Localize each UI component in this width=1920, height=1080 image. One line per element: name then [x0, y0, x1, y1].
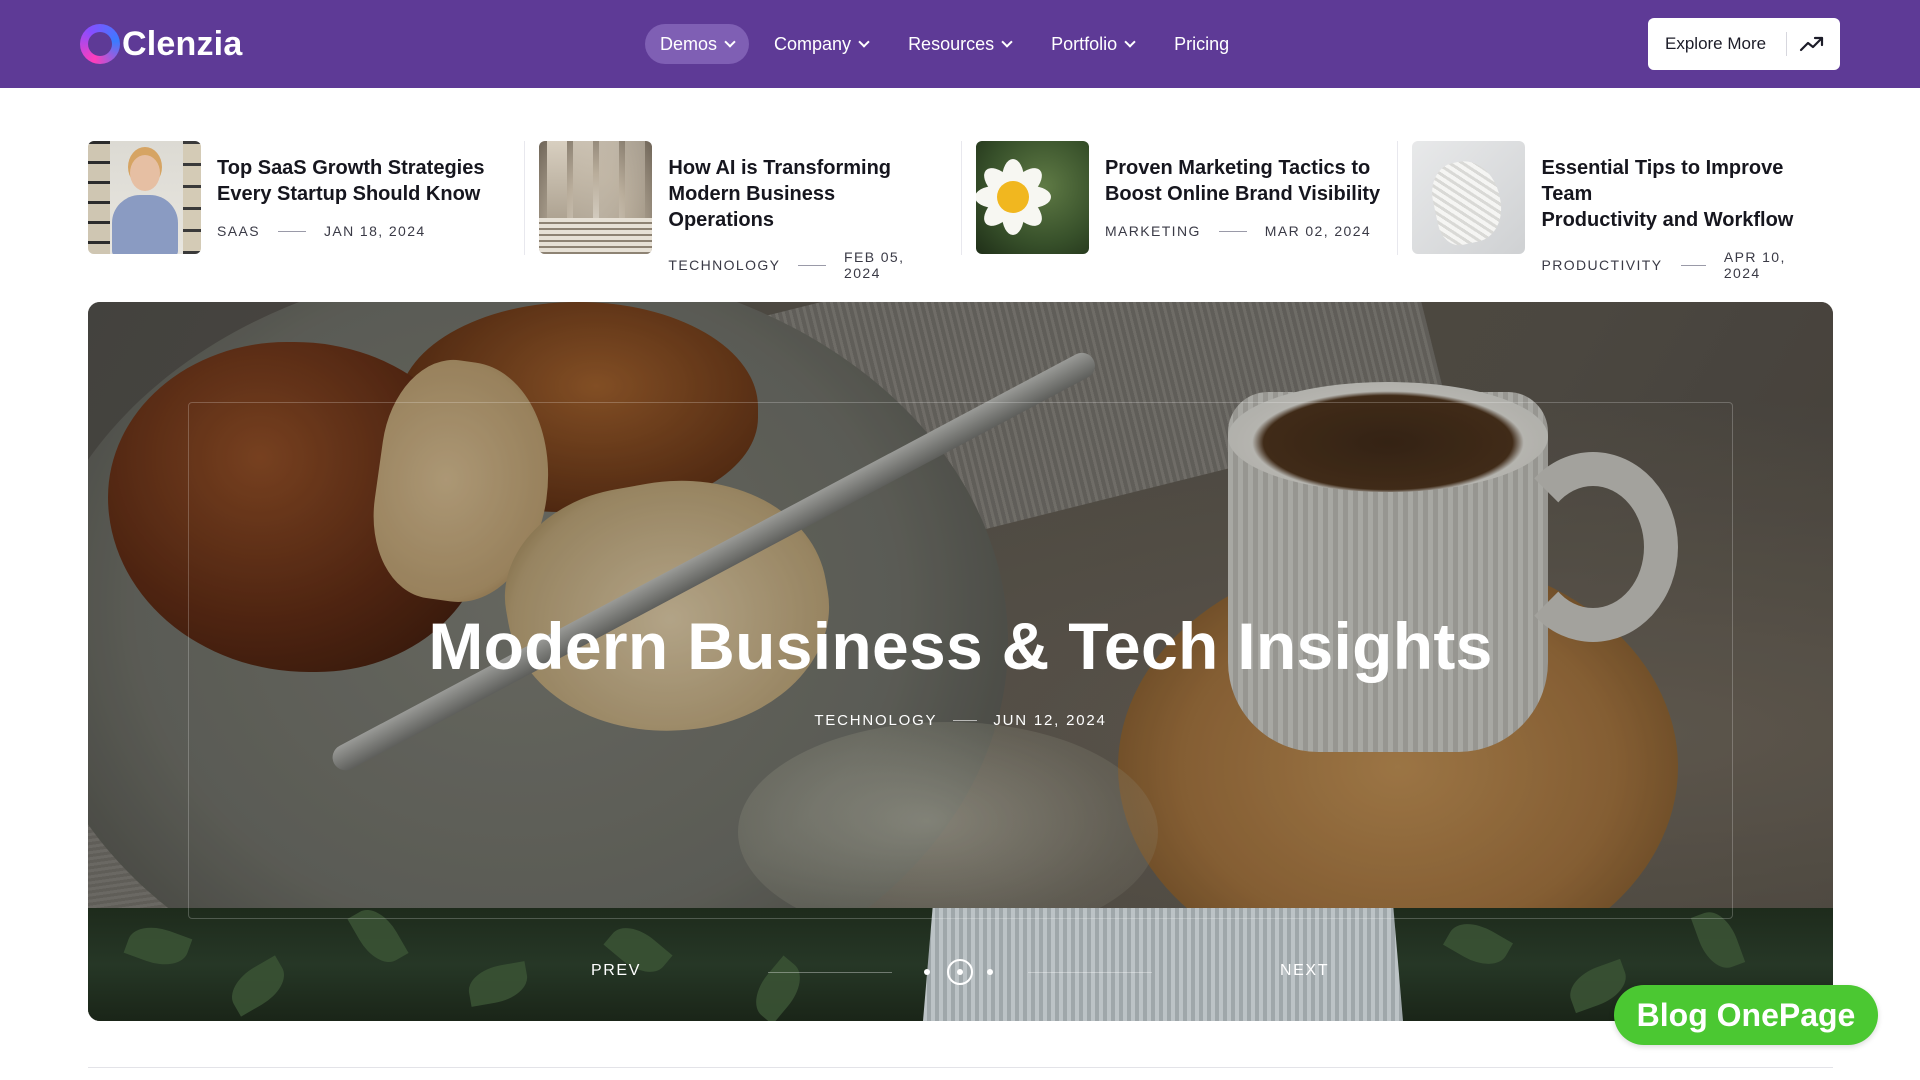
hero-category[interactable]: TECHNOLOGY — [814, 712, 937, 729]
prev-button[interactable]: PREV — [591, 962, 641, 980]
post-card[interactable]: Top SaaS Growth Strategies Every Startup… — [88, 141, 524, 255]
nav-item-demos[interactable]: Demos — [645, 24, 750, 64]
brand-name: Clenzia — [122, 24, 243, 63]
post-category[interactable]: TECHNOLOGY — [668, 257, 780, 273]
nav-item-label: Company — [774, 33, 852, 54]
hero-title[interactable]: Modern Business & Tech Insights — [88, 608, 1833, 684]
daisy-flower-image[interactable] — [975, 141, 1089, 254]
post-title[interactable]: How AI is Transforming Modern Business O… — [668, 155, 945, 233]
arched-corridor-image[interactable] — [539, 141, 653, 254]
nav-item-label: Demos — [660, 33, 718, 54]
nav-item-portfolio[interactable]: Portfolio — [1036, 24, 1149, 64]
chevron-down-icon — [1001, 36, 1013, 48]
post-title-line: Essential Tips to Improve Team — [1541, 157, 1784, 205]
post-card[interactable]: Essential Tips to Improve Team Productiv… — [1397, 141, 1834, 281]
nav-item-pricing[interactable]: Pricing — [1159, 24, 1244, 64]
woman-at-desk-image[interactable] — [88, 141, 201, 254]
post-meta: TECHNOLOGY FEB 05, 2024 — [668, 249, 945, 281]
explore-more-button[interactable]: Explore More — [1648, 18, 1840, 70]
nav-item-label: Portfolio — [1051, 33, 1118, 54]
post-title-line: How AI is Transforming — [668, 157, 892, 179]
post-category[interactable]: SAAS — [217, 223, 260, 239]
post-title-line: Top SaaS Growth Strategies — [217, 157, 485, 179]
section-divider — [88, 1067, 1833, 1068]
post-title[interactable]: Proven Marketing Tactics to Boost Online… — [1105, 155, 1380, 207]
meta-divider — [953, 720, 978, 721]
trending-up-arrow-icon — [1799, 36, 1824, 52]
post-title[interactable]: Top SaaS Growth Strategies Every Startup… — [217, 155, 484, 207]
post-title-line: Proven Marketing Tactics to — [1104, 157, 1371, 179]
post-title-line: Productivity and Workflow — [1541, 209, 1794, 231]
post-meta: SAAS JAN 18, 2024 — [217, 223, 484, 239]
logo-ring-icon — [80, 24, 120, 64]
nav-item-company[interactable]: Company — [759, 24, 883, 64]
post-meta: PRODUCTIVITY APR 10, 2024 — [1541, 249, 1818, 281]
post-meta: MARKETING MAR 02, 2024 — [1105, 223, 1380, 239]
explore-more-label: Explore More — [1665, 34, 1767, 53]
slider-line-left — [768, 972, 892, 973]
meta-divider — [1218, 230, 1247, 232]
blog-onepage-badge[interactable]: Blog OnePage — [1614, 985, 1878, 1045]
post-card[interactable]: Proven Marketing Tactics to Boost Online… — [960, 141, 1398, 255]
post-title-line: Modern Business Operations — [668, 183, 836, 231]
slider-line-right — [1028, 972, 1152, 973]
slide-dot-2-active[interactable] — [947, 959, 973, 985]
chevron-down-icon — [858, 36, 870, 48]
nav-item-resources[interactable]: Resources — [893, 24, 1026, 64]
top-header: Clenzia Demos Company Resources Portfoli… — [0, 0, 1920, 88]
main-nav: Demos Company Resources Portfolio Pricin… — [645, 24, 1244, 64]
post-date: APR 10, 2024 — [1723, 249, 1786, 281]
nav-item-label: Pricing — [1174, 33, 1230, 54]
post-card[interactable]: How AI is Transforming Modern Business O… — [524, 141, 961, 281]
button-divider — [1786, 32, 1787, 56]
post-title[interactable]: Essential Tips to Improve Team Productiv… — [1541, 155, 1818, 233]
chevron-down-icon — [1124, 36, 1136, 48]
slider-controls: PREV NEXT — [88, 952, 1833, 992]
post-category[interactable]: PRODUCTIVITY — [1541, 257, 1662, 273]
meta-divider — [798, 264, 827, 266]
meta-divider — [1680, 264, 1706, 266]
slide-dot-3[interactable] — [987, 969, 993, 975]
brand-logo[interactable]: Clenzia — [80, 22, 242, 66]
chevron-down-icon — [724, 36, 736, 48]
post-title-line: Boost Online Brand Visibility — [1104, 183, 1381, 205]
post-date: JAN 18, 2024 — [323, 223, 426, 239]
post-title-line: Every Startup Should Know — [217, 183, 481, 205]
nav-item-label: Resources — [908, 33, 995, 54]
slide-dot-1[interactable] — [924, 969, 930, 975]
recent-posts: Top SaaS Growth Strategies Every Startup… — [88, 141, 1834, 281]
post-category[interactable]: MARKETING — [1105, 223, 1201, 239]
knitted-fabric-image[interactable] — [1412, 141, 1526, 254]
hero-meta: TECHNOLOGY JUN 12, 2024 — [88, 712, 1833, 729]
post-date: MAR 02, 2024 — [1264, 223, 1372, 239]
hero-slider: Modern Business & Tech Insights TECHNOLO… — [88, 302, 1833, 1021]
hero-date: JUN 12, 2024 — [993, 712, 1107, 729]
meta-divider — [277, 230, 306, 232]
post-date: FEB 05, 2024 — [844, 249, 905, 281]
next-button[interactable]: NEXT — [1280, 962, 1329, 980]
